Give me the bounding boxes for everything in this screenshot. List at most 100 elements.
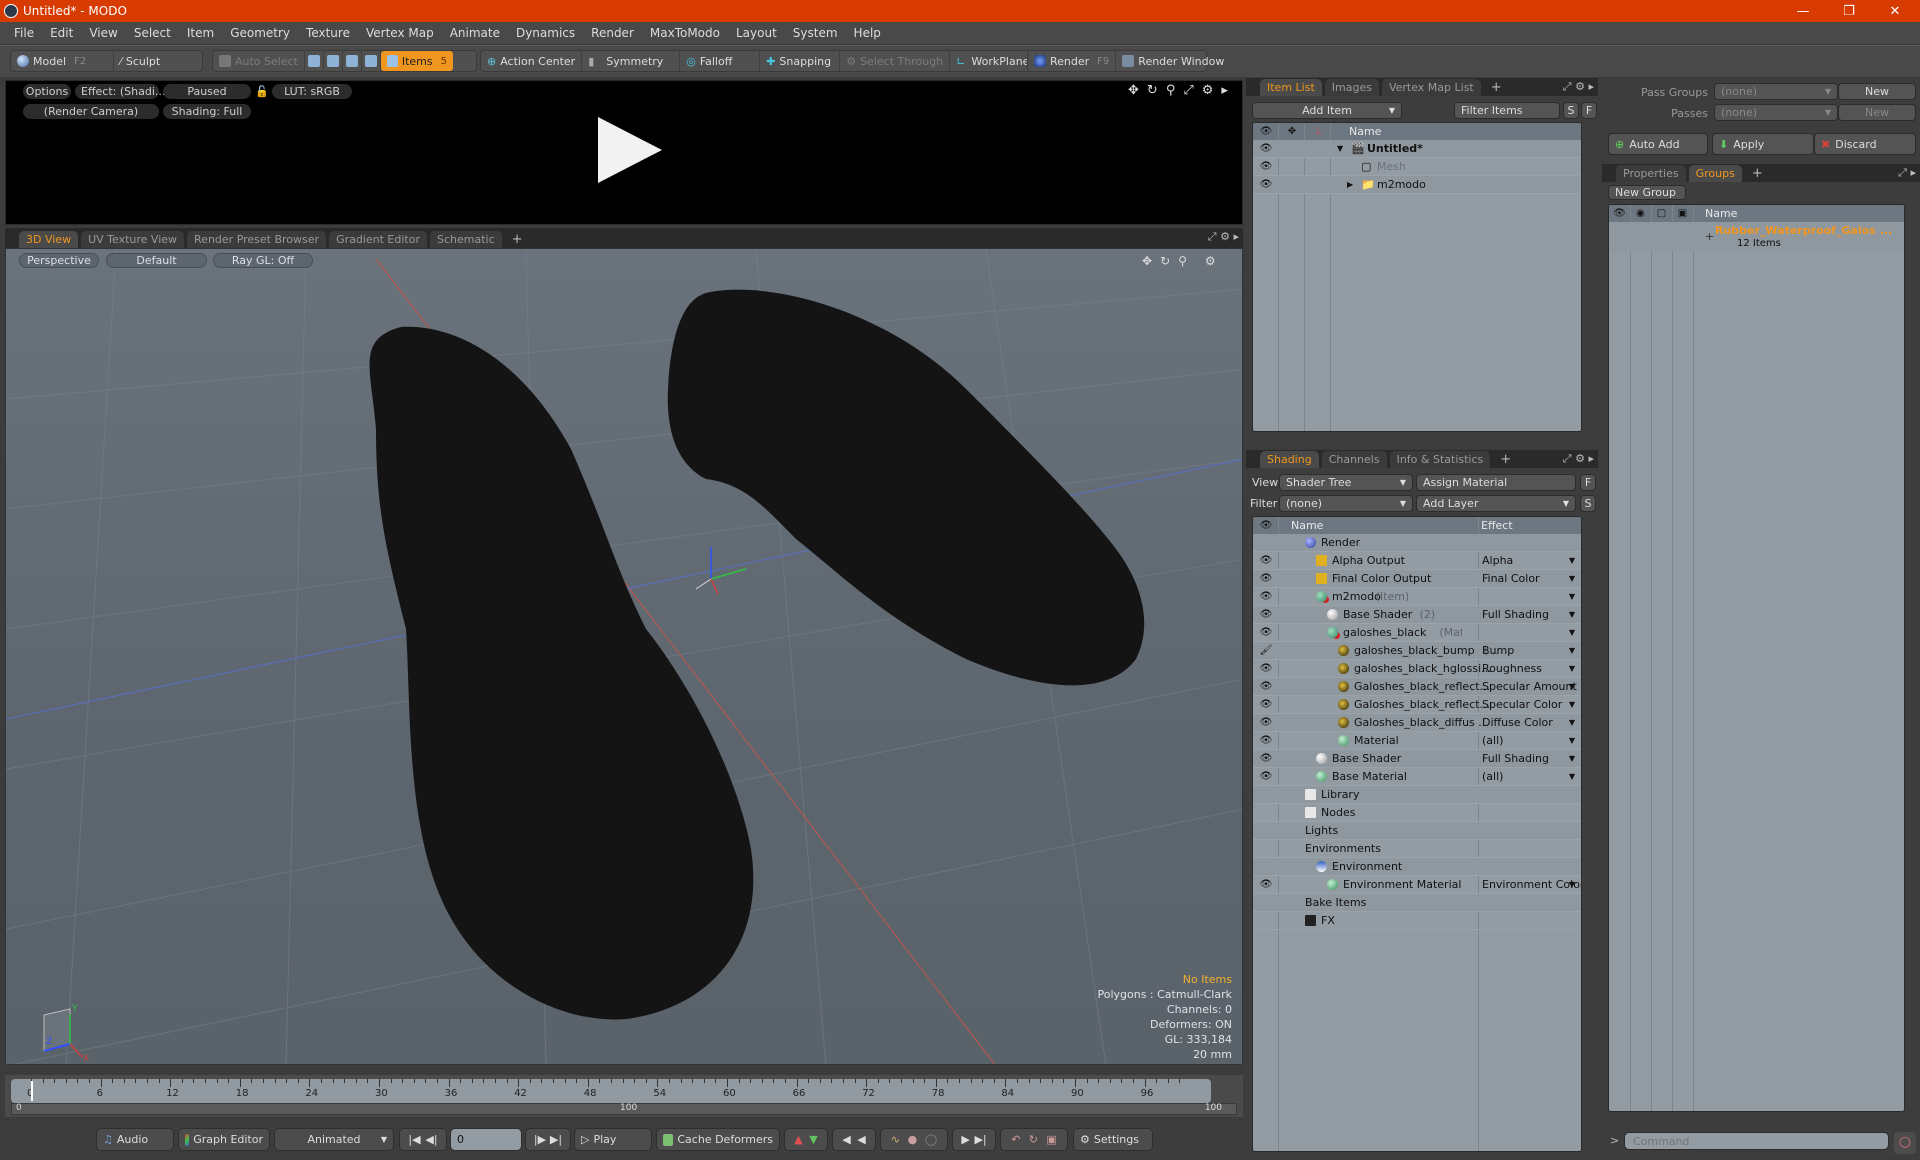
item-row[interactable]: 👁 ▼ 🎬 Untitled* <box>1253 140 1581 158</box>
shader-tree-row[interactable]: Render <box>1253 534 1581 552</box>
f-button[interactable]: F <box>1580 474 1596 491</box>
shader-tree-row[interactable]: 👁 Galoshes_black_diffus ... Diffuse Colo… <box>1253 714 1581 732</box>
shader-tree-row[interactable]: 👁 Galoshes_black_reflect... Specular Col… <box>1253 696 1581 714</box>
maximize-icon[interactable]: ⤢ <box>1563 80 1572 93</box>
add-tab-button[interactable]: + <box>1493 451 1518 468</box>
visibility-icon[interactable]: 🖌 <box>1253 645 1279 656</box>
step-back2-icon[interactable]: ◀ <box>857 1133 865 1146</box>
passes-dropdown[interactable]: (none) ▼ <box>1714 104 1838 121</box>
menu-item[interactable]: Item <box>179 26 222 40</box>
tab-groups[interactable]: Groups <box>1688 165 1742 182</box>
shader-tree-row[interactable]: Environment <box>1253 858 1581 876</box>
menu-render[interactable]: Render <box>583 26 642 40</box>
go-to-start-icon[interactable]: |◀ <box>408 1133 420 1146</box>
select-edges-button[interactable] <box>324 51 343 71</box>
action-center-button[interactable]: ⊕ Action Center <box>481 51 583 71</box>
tab-render-preset-browser[interactable]: Render Preset Browser <box>187 231 327 248</box>
shader-tree-row[interactable]: Environments <box>1253 840 1581 858</box>
visibility-column-icon[interactable]: 👁 <box>1609 208 1630 219</box>
preview-effect-dropdown[interactable]: Effect: (Shadi... <box>75 84 165 99</box>
shader-tree-row[interactable]: 👁 Base Shader Full Shading ▼ <box>1253 750 1581 768</box>
tab-vertex-map-list[interactable]: Vertex Map List <box>1381 79 1481 96</box>
new-group-button[interactable]: New Group <box>1608 185 1686 200</box>
cache-deformers-button[interactable]: Cache Deformers <box>656 1128 780 1151</box>
add-item-dropdown[interactable]: Add Item ▼ <box>1252 102 1402 119</box>
preview-camera-dropdown[interactable]: (Render Camera) <box>23 104 159 119</box>
record-macro-icon[interactable]: ○ <box>1894 1132 1916 1154</box>
shader-tree-row[interactable]: FX <box>1253 912 1581 930</box>
tab-shading[interactable]: Shading <box>1260 451 1319 468</box>
filter-f-button[interactable]: F <box>1581 102 1597 119</box>
zoom-icon[interactable]: ⚲ <box>1178 254 1187 268</box>
select-vertices-button[interactable] <box>305 51 324 71</box>
menu-view[interactable]: View <box>81 26 125 40</box>
visibility-icon[interactable]: 👁 <box>1253 161 1279 172</box>
menu-system[interactable]: System <box>785 26 846 40</box>
assign-material-button[interactable]: Assign Material <box>1416 474 1576 491</box>
effect-dropdown-icon[interactable]: ▼ <box>1569 772 1575 781</box>
tab-info-statistics[interactable]: Info & Statistics <box>1389 451 1491 468</box>
effect-dropdown-icon[interactable]: ▼ <box>1569 592 1575 601</box>
key-down-icon[interactable]: ▼ <box>809 1133 817 1146</box>
filter-dropdown[interactable]: (none) ▼ <box>1279 495 1413 512</box>
audio-button[interactable]: ♫ Audio <box>96 1128 174 1151</box>
previous-key-icon[interactable]: ◀| <box>425 1133 437 1146</box>
view-dropdown[interactable]: Shader Tree ▼ <box>1279 474 1413 491</box>
close-button[interactable]: ✕ <box>1872 0 1918 22</box>
menu-geometry[interactable]: Geometry <box>222 26 298 40</box>
axis-column-icon[interactable]: ⊥ <box>1305 126 1331 137</box>
rotate-icon[interactable]: ↻ <box>1160 254 1170 268</box>
select-column-icon[interactable]: ▣ <box>1672 208 1693 219</box>
lut-dropdown[interactable]: LUT: sRGB <box>272 84 352 99</box>
step-back-icon[interactable]: ◀ <box>842 1133 850 1146</box>
visibility-icon[interactable]: 👁 <box>1253 627 1279 638</box>
shader-tree-row[interactable]: 👁 Final Color Output Final Color ▼ <box>1253 570 1581 588</box>
gear-icon[interactable]: ⚙ <box>1220 230 1230 243</box>
effect-dropdown-icon[interactable]: ▼ <box>1569 682 1575 691</box>
right-galosh-mesh[interactable] <box>667 289 1145 686</box>
pan-icon[interactable]: ✥ <box>1142 254 1152 268</box>
name-column-header[interactable]: Name <box>1705 207 1737 220</box>
apply-button[interactable]: ⬇ Apply <box>1712 133 1814 155</box>
falloff-button[interactable]: ◎ Falloff <box>680 51 761 71</box>
animation-mode-dropdown[interactable]: Animated ▼ <box>274 1128 394 1151</box>
lock-icon[interactable]: 🔓 <box>255 85 269 98</box>
tab-item-list[interactable]: Item List <box>1260 79 1322 96</box>
effect-dropdown-icon[interactable]: ▼ <box>1569 556 1575 565</box>
preview-status-button[interactable]: Paused <box>163 84 251 99</box>
expand-arrow-icon[interactable]: ▶ <box>1347 180 1353 189</box>
menu-animate[interactable]: Animate <box>442 26 508 40</box>
lock-column-icon[interactable]: ▢ <box>1651 208 1672 219</box>
effect-dropdown-icon[interactable]: ▼ <box>1569 628 1575 637</box>
command-input[interactable] <box>1624 1132 1889 1150</box>
visibility-column-icon[interactable]: 👁 <box>1253 126 1279 137</box>
effect-dropdown-icon[interactable]: ▼ <box>1569 880 1575 889</box>
expand-arrow-icon[interactable]: ▸ <box>1233 230 1239 243</box>
visibility-icon[interactable]: 👁 <box>1253 591 1279 602</box>
effect-dropdown-icon[interactable]: ▼ <box>1569 718 1575 727</box>
shader-tree-row[interactable]: 👁 Environment Material Environment Color… <box>1253 876 1581 894</box>
curve-icon[interactable]: ∿ <box>891 1133 900 1146</box>
visibility-icon[interactable]: 👁 <box>1253 573 1279 584</box>
render-button[interactable]: Render F9 <box>1028 51 1117 71</box>
shader-tree-row[interactable]: 👁 Material (all) ▼ <box>1253 732 1581 750</box>
3d-viewport[interactable]: Y Z X Perspective Default Ray GL: Off ✥ … <box>5 248 1243 1065</box>
add-tab-button[interactable]: + <box>1484 79 1509 96</box>
filter-items-input[interactable]: Filter Items <box>1454 102 1560 119</box>
key-cycle-icon[interactable]: ↻ <box>1029 1133 1038 1146</box>
items-mode-button[interactable]: Items 5 <box>380 51 453 71</box>
tab-properties[interactable]: Properties <box>1616 165 1686 182</box>
auto-key-icon[interactable]: ◯ <box>925 1133 937 1146</box>
shader-tree-row[interactable]: Bake Items <box>1253 894 1581 912</box>
tab-3d-view[interactable]: 3D View <box>19 231 79 248</box>
select-through-button[interactable]: ⚙ Select Through <box>840 51 951 71</box>
maximize-icon[interactable]: ⤢ <box>1563 452 1572 465</box>
expand-arrow-icon[interactable]: ▼ <box>1337 144 1343 153</box>
transform-gizmo[interactable] <box>695 547 747 595</box>
tab-schematic[interactable]: Schematic <box>430 231 502 248</box>
name-column-header[interactable]: Name <box>1349 125 1381 138</box>
restore-button[interactable]: ❐ <box>1826 0 1872 22</box>
menu-layout[interactable]: Layout <box>728 26 785 40</box>
record-icon[interactable]: ● <box>908 1133 918 1146</box>
expand-arrow-icon[interactable]: ▸ <box>1221 83 1228 98</box>
